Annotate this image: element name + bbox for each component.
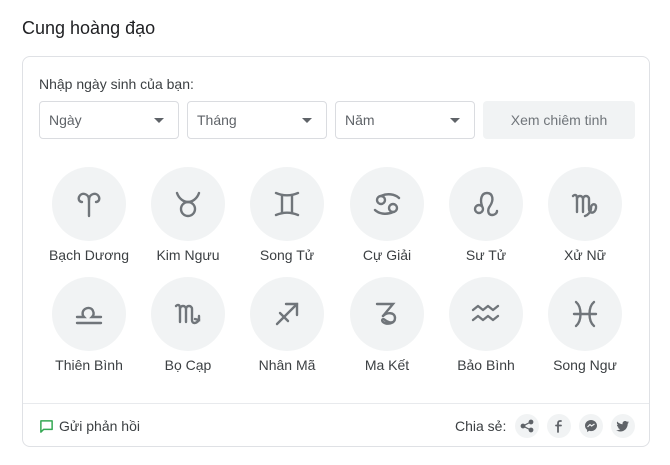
share-button[interactable]: [515, 414, 539, 438]
sign-label: Sư Tử: [465, 247, 507, 263]
day-select-value: Ngày: [49, 112, 82, 128]
capricorn-icon: [375, 302, 397, 325]
messenger-share-button[interactable]: [579, 414, 603, 438]
sign-label: Ma Kết: [364, 357, 410, 373]
twitter-icon: [616, 421, 629, 432]
month-select[interactable]: Tháng: [187, 101, 327, 139]
virgo-icon: [571, 193, 598, 218]
chevron-down-icon: [302, 118, 312, 123]
messenger-icon: [585, 420, 597, 432]
sign-gemini[interactable]: Song Tử: [237, 167, 337, 263]
cancer-icon: [373, 193, 401, 215]
twitter-share-button[interactable]: [611, 414, 635, 438]
facebook-share-button[interactable]: [547, 414, 571, 438]
sign-taurus[interactable]: Kim Ngưu: [138, 167, 238, 263]
share-icon: [520, 419, 534, 433]
sagittarius-icon: [275, 302, 299, 326]
month-select-value: Tháng: [197, 112, 237, 128]
sign-label: Bảo Bình: [457, 357, 515, 373]
sign-label: Bọ Cạp: [164, 357, 212, 373]
sign-capricorn[interactable]: Ma Kết: [337, 277, 437, 373]
sign-libra[interactable]: Thiên Bình: [39, 277, 139, 373]
sign-virgo[interactable]: Xử Nữ: [535, 167, 635, 263]
sign-cancer[interactable]: Cự Giải: [337, 167, 437, 263]
sign-sagittarius[interactable]: Nhân Mã: [237, 277, 337, 373]
leo-icon: [473, 191, 499, 217]
day-select[interactable]: Ngày: [39, 101, 179, 139]
birthdate-prompt: Nhập ngày sinh của bạn:: [39, 76, 194, 92]
year-select-value: Năm: [345, 112, 375, 128]
gemini-icon: [274, 191, 300, 217]
taurus-icon: [175, 191, 201, 218]
sign-aries[interactable]: Bạch Dương: [39, 167, 139, 263]
sign-label: Bạch Dương: [48, 247, 130, 263]
sign-label: Xử Nữ: [563, 247, 607, 263]
footer-divider: [23, 403, 649, 404]
libra-icon: [75, 306, 103, 325]
share-label: Chia sẻ:: [455, 418, 507, 434]
scorpio-icon: [174, 303, 201, 325]
sign-label: Kim Ngưu: [156, 247, 220, 263]
chevron-down-icon: [154, 118, 164, 123]
sign-label: Thiên Bình: [55, 357, 123, 373]
sign-label: Cự Giải: [362, 247, 412, 263]
aries-icon: [77, 192, 101, 218]
chevron-down-icon: [450, 118, 460, 123]
view-horoscope-button[interactable]: Xem chiêm tinh: [483, 101, 635, 139]
sign-scorpio[interactable]: Bọ Cạp: [138, 277, 238, 373]
zodiac-card: Nhập ngày sinh của bạn: Ngày Tháng Năm X…: [22, 56, 650, 447]
feedback-icon: [40, 420, 53, 433]
aquarius-icon: [471, 304, 500, 322]
feedback-label: Gửi phản hồi: [59, 418, 140, 434]
sign-aquarius[interactable]: Bảo Bình: [436, 277, 536, 373]
sign-label: Nhân Mã: [258, 357, 316, 373]
page-title: Cung hoàng đạo: [22, 18, 156, 38]
facebook-icon: [555, 420, 562, 433]
pisces-icon: [572, 300, 598, 328]
sign-label: Song Tử: [259, 247, 315, 263]
sign-label: Song Ngư: [553, 357, 617, 373]
sign-leo[interactable]: Sư Tử: [436, 167, 536, 263]
sign-pisces[interactable]: Song Ngư: [535, 277, 635, 373]
year-select[interactable]: Năm: [335, 101, 475, 139]
